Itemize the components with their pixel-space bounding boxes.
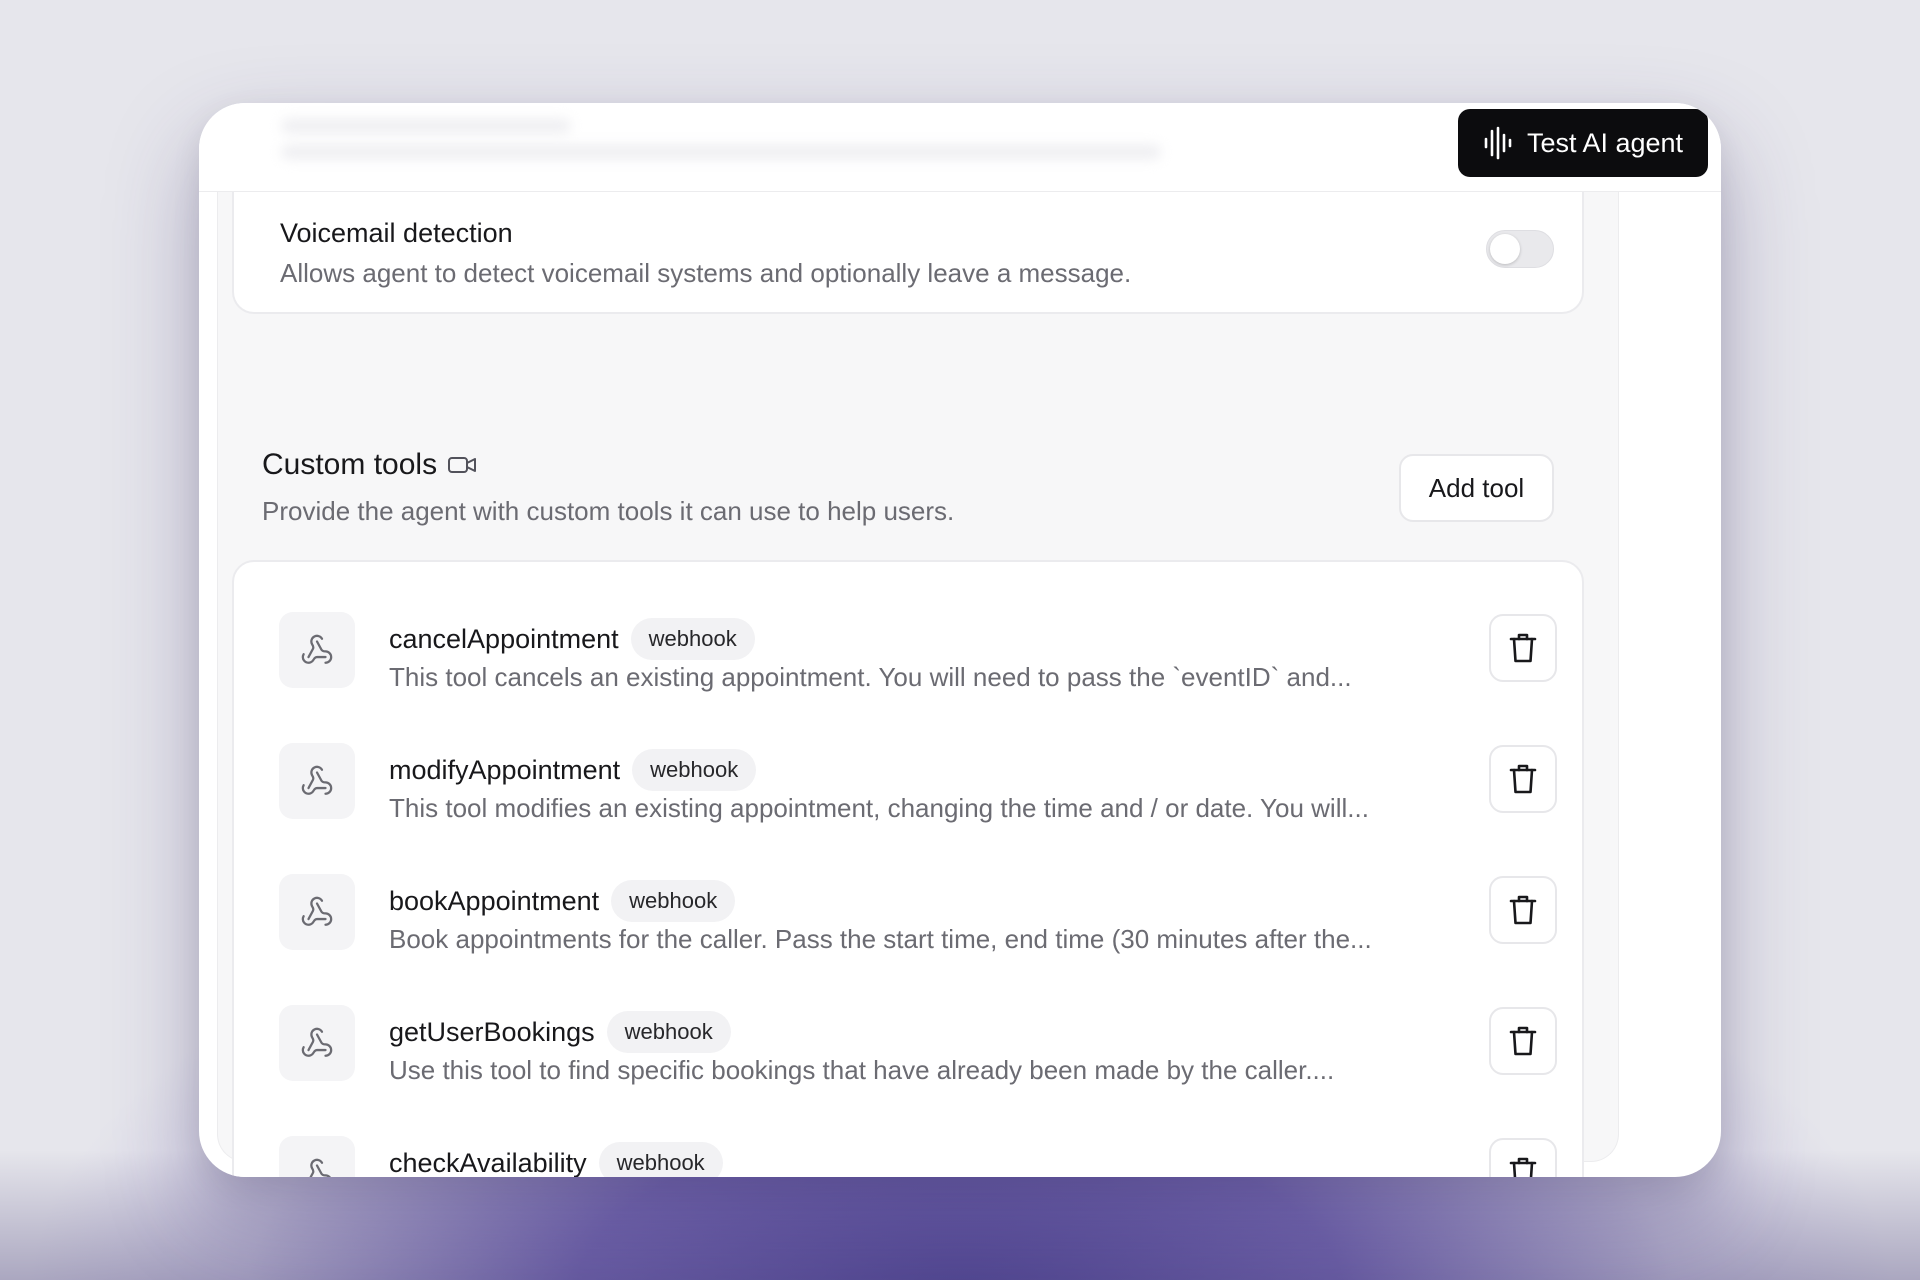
tool-name-row: modifyAppointment webhook: [389, 749, 757, 791]
voicemail-description: Allows agent to detect voicemail systems…: [280, 258, 1132, 288]
tool-type-badge: webhook: [606, 1011, 731, 1053]
blurred-header-title: [281, 119, 571, 133]
tool-icon-box: [279, 874, 355, 950]
webhook-icon: [301, 634, 333, 664]
tool-icon-box: [279, 1136, 355, 1177]
app-window: Test AI agent Voicemail detection Allows…: [199, 103, 1721, 1177]
tool-name-row: checkAvailability webhook: [389, 1142, 723, 1177]
agent-settings-panel: Voicemail detection Allows agent to dete…: [217, 172, 1619, 1177]
trash-icon: [1509, 1157, 1537, 1177]
tool-name: bookAppointment: [389, 885, 600, 916]
tool-type-badge: webhook: [630, 618, 755, 660]
tool-name: cancelAppointment: [389, 623, 619, 654]
voicemail-toggle[interactable]: [1486, 230, 1554, 268]
trash-icon: [1509, 764, 1537, 794]
tool-name: getUserBookings: [389, 1016, 595, 1047]
tool-name-row: cancelAppointment webhook: [389, 618, 755, 660]
delete-tool-button[interactable]: [1489, 876, 1557, 944]
webhook-icon: [301, 765, 333, 795]
voicemail-card: Voicemail detection Allows agent to dete…: [232, 172, 1584, 314]
webhook-icon: [301, 1027, 333, 1057]
blurred-header-subtitle: [281, 145, 1161, 159]
tool-description: Use this tool to find specific bookings …: [389, 1055, 1335, 1085]
tool-description: Book appointments for the caller. Pass t…: [389, 924, 1372, 954]
voicemail-title: Voicemail detection: [280, 218, 513, 248]
trash-icon: [1509, 1026, 1537, 1056]
tool-type-badge: webhook: [632, 749, 757, 791]
webhook-icon: [301, 896, 333, 926]
tool-row[interactable]: getUserBookings webhook Use this tool to…: [234, 955, 1586, 1085]
tools-list: cancelAppointment webhook This tool canc…: [232, 560, 1584, 1177]
delete-tool-button[interactable]: [1489, 1138, 1557, 1177]
custom-tools-heading: Custom tools: [262, 448, 477, 482]
custom-tools-title: Custom tools: [262, 448, 438, 481]
delete-tool-button[interactable]: [1489, 1007, 1557, 1075]
tool-row[interactable]: checkAvailability webhook This tool find…: [234, 1086, 1586, 1177]
tool-type-badge: webhook: [611, 880, 736, 922]
waveform-icon: [1484, 126, 1512, 160]
video-camera-icon: [448, 457, 477, 473]
test-ai-agent-button[interactable]: Test AI agent: [1458, 109, 1708, 177]
delete-tool-button[interactable]: [1489, 614, 1557, 682]
top-bar: Test AI agent: [199, 103, 1721, 192]
tool-icon-box: [279, 743, 355, 819]
tool-icon-box: [279, 1005, 355, 1081]
toggle-knob: [1490, 234, 1520, 264]
tool-name: modifyAppointment: [389, 754, 621, 785]
test-ai-agent-label: Test AI agent: [1526, 127, 1684, 158]
tool-name-row: getUserBookings webhook: [389, 1011, 731, 1053]
tool-row[interactable]: cancelAppointment webhook This tool canc…: [234, 562, 1586, 692]
tool-name: checkAvailability: [389, 1147, 587, 1178]
delete-tool-button[interactable]: [1489, 745, 1557, 813]
tool-icon-box: [279, 612, 355, 688]
tool-row[interactable]: modifyAppointment webhook This tool modi…: [234, 693, 1586, 823]
tool-type-badge: webhook: [598, 1142, 723, 1177]
tool-name-row: bookAppointment webhook: [389, 880, 736, 922]
custom-tools-description: Provide the agent with custom tools it c…: [262, 496, 955, 526]
tool-description: This tool modifies an existing appointme…: [389, 793, 1369, 823]
add-tool-button[interactable]: Add tool: [1399, 454, 1554, 522]
tool-row[interactable]: bookAppointment webhook Book appointment…: [234, 824, 1586, 954]
trash-icon: [1509, 895, 1537, 925]
tool-description: This tool cancels an existing appointmen…: [389, 662, 1352, 692]
webhook-icon: [309, 1158, 331, 1177]
trash-icon: [1509, 633, 1537, 663]
